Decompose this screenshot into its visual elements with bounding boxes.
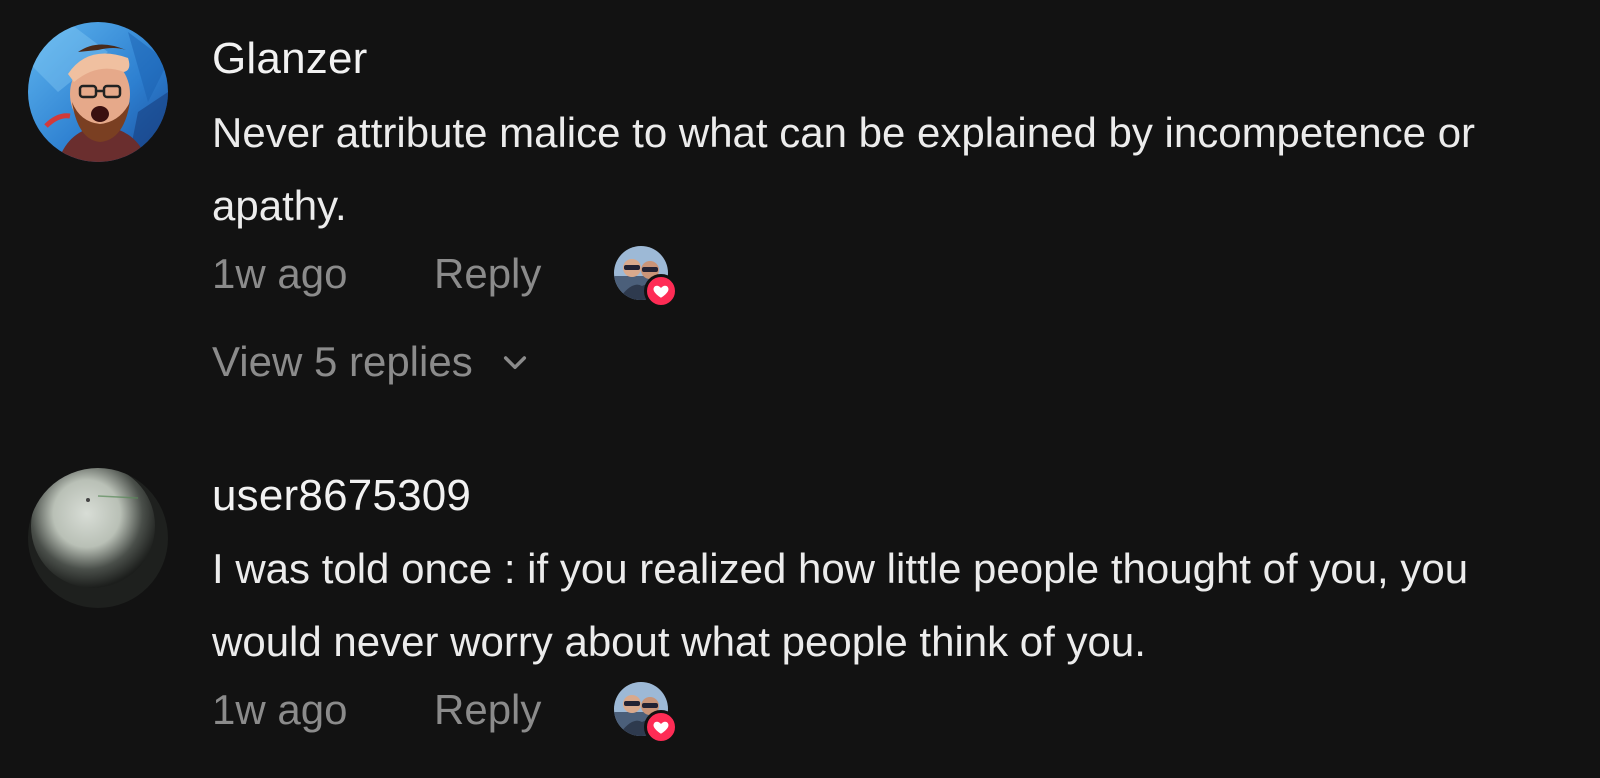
comment-text: Never attribute malice to what can be ex… xyxy=(212,109,1476,229)
comment-timestamp: 1w ago xyxy=(212,250,348,297)
liked-by-creator xyxy=(614,244,678,308)
avatar-glanzer-icon xyxy=(28,22,168,162)
heart-icon xyxy=(644,274,678,308)
comment-timestamp: 1w ago xyxy=(212,686,348,733)
user-avatar[interactable] xyxy=(28,22,168,162)
avatar-user8675309-icon xyxy=(28,468,168,608)
user-avatar[interactable] xyxy=(28,468,168,608)
view-replies-label: View 5 replies xyxy=(212,338,473,385)
reply-button[interactable]: Reply xyxy=(434,686,614,734)
comment-meta: 1w ago Reply xyxy=(212,680,678,744)
heart-icon xyxy=(644,710,678,744)
comment-username[interactable]: user8675309 xyxy=(212,471,471,521)
chevron-down-icon xyxy=(503,356,526,370)
reply-button[interactable]: Reply xyxy=(434,250,614,298)
comment-meta: 1w ago Reply xyxy=(212,244,678,308)
liked-by-creator xyxy=(614,680,678,744)
view-replies-button[interactable]: View 5 replies xyxy=(212,332,531,392)
comment-text: I was told once : if you realized how li… xyxy=(212,545,1469,665)
comment-username[interactable]: Glanzer xyxy=(212,34,367,84)
